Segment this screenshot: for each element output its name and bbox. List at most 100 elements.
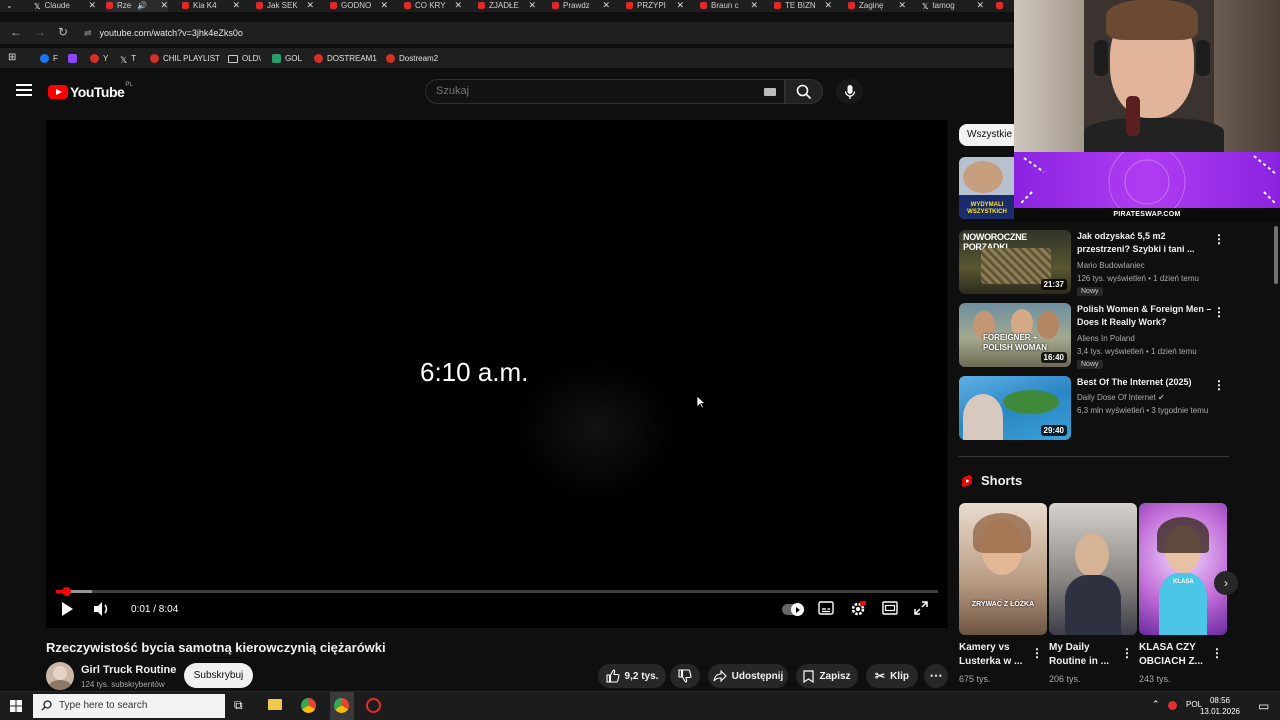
windows-start-icon[interactable] [10, 700, 22, 712]
short-thumbnail[interactable] [1049, 503, 1137, 635]
shorts-next-button[interactable]: › [1214, 571, 1238, 595]
close-icon[interactable]: ✕ [88, 0, 96, 11]
recommendation-channel[interactable]: Aliens In Poland [1077, 334, 1135, 343]
more-vertical-icon[interactable]: ⋮ [1031, 646, 1043, 660]
browser-tab[interactable]: Jak SEK ✕ [256, 0, 314, 12]
reload-icon[interactable]: ↻ [58, 25, 68, 39]
chrome-icon[interactable] [301, 698, 316, 713]
more-vertical-icon[interactable]: ⋮ [1211, 646, 1223, 660]
play-button[interactable] [60, 601, 74, 622]
short-title[interactable]: KLASA CZY OBCIACH Z... [1139, 641, 1215, 669]
browser-tab[interactable]: Zaginę ✕ [848, 0, 906, 12]
browser-tab[interactable]: GODNO ✕ [330, 0, 388, 12]
bookmark-item[interactable]: CHIL PLAYLIST [150, 54, 220, 63]
recommendation-channel[interactable]: Mario Budowlaniec [1077, 261, 1145, 270]
voice-search-button[interactable] [836, 79, 863, 104]
browser-tab[interactable] [996, 0, 1010, 12]
volume-button[interactable] [93, 601, 111, 622]
browser-tab[interactable]: ZJADŁE ✕ [478, 0, 536, 12]
filter-chip-all[interactable]: Wszystkie [959, 124, 1020, 146]
progress-bar[interactable] [56, 587, 938, 596]
close-icon[interactable]: ✕ [306, 0, 314, 11]
close-icon[interactable]: ✕ [232, 0, 240, 11]
page-scrollbar[interactable] [1274, 226, 1278, 284]
bookmark-item[interactable]: DOSTREAM1 [314, 54, 377, 63]
close-icon[interactable]: ✕ [824, 0, 832, 11]
miniplayer-button[interactable] [882, 601, 898, 620]
bookmark-item[interactable]: 𝕏T [120, 54, 136, 66]
short-title[interactable]: My Daily Routine in ... [1049, 641, 1125, 669]
keyboard-icon[interactable] [764, 88, 776, 96]
search-button[interactable] [785, 79, 823, 104]
browser-tab[interactable]: PRZYPI ✕ [626, 0, 684, 12]
more-vertical-icon[interactable]: ⋮ [1213, 232, 1225, 246]
taskbar-active-app[interactable] [330, 692, 354, 720]
browser-tab[interactable]: Prawdz ✕ [552, 0, 610, 12]
recommendation-item[interactable]: 29:40 Best Of The Internet (2025) Daily … [959, 376, 1229, 442]
dislike-button[interactable] [670, 664, 700, 688]
settings-button[interactable] [850, 601, 867, 622]
video-player[interactable]: 6:10 a.m. 0:01 / 8:04 [46, 120, 948, 628]
more-vertical-icon[interactable]: ⋮ [1121, 646, 1133, 660]
recommendation-channel[interactable]: Daily Dose Of Internet ✔ [1077, 393, 1165, 402]
close-icon[interactable]: ✕ [160, 0, 168, 11]
progress-scrubber[interactable] [62, 587, 71, 596]
browser-tab[interactable]: 𝕏tamog ✕ [922, 0, 984, 12]
recommendation-item[interactable]: FOREIGNER + POLISH WOMAN 16:40 Polish Wo… [959, 303, 1229, 369]
bookmark-item[interactable]: F [40, 54, 58, 63]
like-button[interactable]: 9,2 tys. [598, 664, 666, 688]
search-input[interactable] [436, 85, 736, 97]
taskbar-clock[interactable]: 08:56 13.01.2026 [1200, 695, 1240, 717]
record-indicator-icon[interactable] [1168, 701, 1177, 710]
file-explorer-icon[interactable] [268, 699, 282, 710]
forward-icon[interactable]: → [34, 25, 46, 39]
fullscreen-button[interactable] [914, 601, 928, 620]
clip-button[interactable]: ✂ Klip [866, 664, 918, 688]
short-title[interactable]: Kamery vs Lusterka w ... [959, 641, 1035, 669]
recommendation-item[interactable]: NOWOROCZNE PORZĄDKI 21:37 Jak odzyskać 5… [959, 230, 1229, 296]
more-actions-button[interactable]: ⋯ [924, 664, 948, 688]
url-field[interactable]: ⇌ youtube.com/watch?v=3jhk4eZks0o [84, 26, 1004, 41]
subscribe-button[interactable]: Subskrybuj [184, 663, 253, 688]
obs-icon[interactable] [366, 698, 381, 713]
subtitles-button[interactable] [818, 601, 834, 620]
taskbar-search-box[interactable]: Type here to search [33, 694, 225, 718]
close-icon[interactable]: ✕ [976, 0, 984, 11]
more-vertical-icon[interactable]: ⋮ [1213, 378, 1225, 392]
close-icon[interactable]: ✕ [676, 0, 684, 11]
channel-avatar[interactable] [46, 662, 74, 690]
apps-grid-icon[interactable]: ⊞ [8, 52, 16, 63]
more-vertical-icon[interactable]: ⋮ [1213, 305, 1225, 319]
close-icon[interactable]: ✕ [602, 0, 610, 11]
back-icon[interactable]: ← [10, 25, 22, 39]
browser-tab[interactable]: Braun c ✕ [700, 0, 758, 12]
browser-tab-active[interactable]: Rze 🔊 ✕ [106, 0, 168, 12]
chevron-up-icon[interactable]: ⌃ [1152, 699, 1160, 710]
hamburger-menu-icon[interactable] [16, 84, 32, 98]
browser-tab[interactable]: CO KRY ✕ [404, 0, 462, 12]
bookmark-folder[interactable]: OLD\ [228, 54, 261, 63]
browser-tab[interactable]: TE BIZN ✕ [774, 0, 832, 12]
close-icon[interactable]: ✕ [454, 0, 462, 11]
close-icon[interactable]: ✕ [380, 0, 388, 11]
recommendation-thumbnail[interactable]: WYDYMALI WSZYSTKICH [959, 157, 1015, 219]
close-icon[interactable]: ✕ [750, 0, 758, 11]
short-thumbnail[interactable]: ZRYWAĆ Z ŁÓŻKA [959, 503, 1047, 635]
speaker-icon[interactable]: 🔊 [137, 1, 147, 10]
autoplay-toggle[interactable] [782, 603, 804, 616]
site-info-icon[interactable]: ⇌ [84, 28, 92, 38]
task-view-icon[interactable]: ⧉ [234, 698, 243, 713]
share-button[interactable]: Udostępnij [708, 664, 788, 688]
save-button[interactable]: Zapisz [796, 664, 858, 688]
bookmark-item[interactable]: GOL [272, 54, 302, 63]
browser-tab[interactable]: Kia K4 ✕ [182, 0, 240, 12]
bookmark-item[interactable] [68, 54, 81, 63]
close-icon[interactable]: ✕ [898, 0, 906, 11]
close-icon[interactable]: ✕ [528, 0, 536, 11]
browser-tab[interactable]: 𝕏 Claude ✕ [34, 0, 96, 12]
notification-icon[interactable]: ▭ [1258, 699, 1269, 713]
tab-list-chevron-icon[interactable]: ⌄ [6, 0, 13, 12]
bookmark-item[interactable]: Dostream2 [386, 54, 438, 63]
bookmark-item[interactable]: Y [90, 54, 108, 63]
channel-name[interactable]: Girl Truck Routine [81, 664, 176, 676]
